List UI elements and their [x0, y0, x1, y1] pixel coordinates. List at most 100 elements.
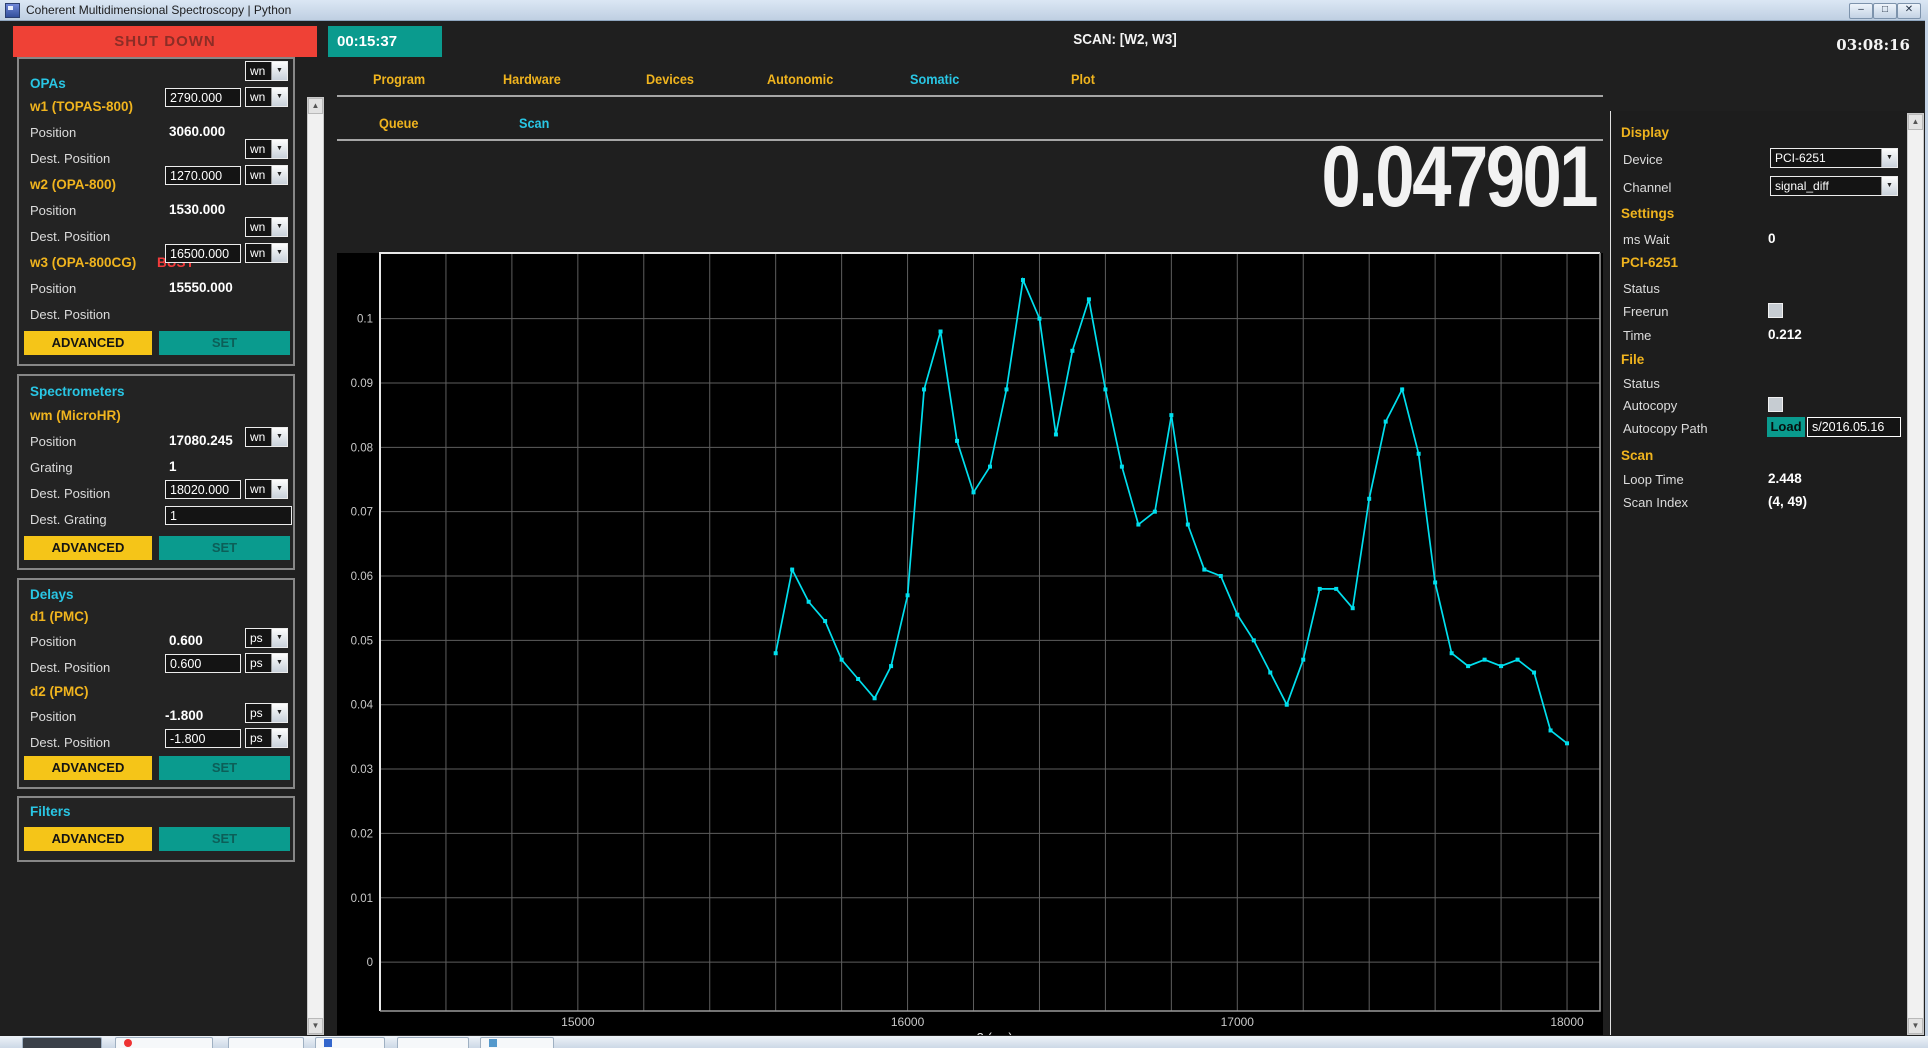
taskbar-button[interactable]: [397, 1037, 469, 1048]
wm-name: wm (MicroHR): [30, 408, 121, 423]
wm-dest-input[interactable]: [165, 480, 241, 499]
chevron-down-icon[interactable]: ▼: [271, 629, 287, 647]
taskbar-button[interactable]: [315, 1037, 385, 1048]
title-bar[interactable]: Coherent Multidimensional Spectroscopy |…: [0, 0, 1928, 21]
opas-advanced-button[interactable]: ADVANCED: [24, 331, 152, 355]
d1-dest-input[interactable]: [165, 654, 241, 673]
delays-advanced-button[interactable]: ADVANCED: [24, 756, 152, 780]
wm-dest-unit-select[interactable]: wn▼: [245, 479, 288, 499]
wm-position-unit-select[interactable]: wn▼: [245, 427, 288, 447]
chevron-down-icon[interactable]: ▼: [271, 480, 287, 498]
y-tick-label: 0.02: [351, 828, 373, 840]
delays-set-button[interactable]: SET: [159, 756, 290, 780]
w3-name: w3 (OPA-800CG): [30, 255, 136, 270]
scroll-up-icon[interactable]: ▲: [1908, 114, 1923, 130]
close-icon[interactable]: ✕: [1897, 3, 1921, 19]
d2-name: d2 (PMC): [30, 684, 89, 699]
delays-group: Delays d1 (PMC) Position 0.600 Dest. Pos…: [17, 578, 295, 789]
tab-underline: [337, 95, 1603, 97]
spectrometers-advanced-button[interactable]: ADVANCED: [24, 536, 152, 560]
data-point-marker: [1417, 452, 1421, 456]
w2-position-unit-select[interactable]: wn▼: [245, 139, 288, 159]
w2-dest-input[interactable]: [165, 166, 241, 185]
data-point-marker: [823, 619, 827, 623]
chevron-down-icon[interactable]: ▼: [271, 88, 287, 106]
data-point-marker: [1549, 728, 1553, 732]
data-point-marker: [790, 568, 794, 572]
w1-dest-unit-select[interactable]: wn▼: [245, 87, 288, 107]
w1-dest-input[interactable]: [165, 88, 241, 107]
device-select[interactable]: PCI-6251▼: [1770, 148, 1898, 168]
w2-dest-unit-select[interactable]: wn▼: [245, 165, 288, 185]
taskbar-button[interactable]: [480, 1037, 554, 1048]
tab-somatic[interactable]: Somatic: [910, 72, 959, 87]
minimize-icon[interactable]: –: [1849, 3, 1873, 19]
channel-select[interactable]: signal_diff▼: [1770, 176, 1898, 196]
w3-position-unit-select[interactable]: wn▼: [245, 217, 288, 237]
chevron-down-icon[interactable]: ▼: [271, 62, 287, 80]
chevron-down-icon[interactable]: ▼: [271, 654, 287, 672]
chevron-down-icon[interactable]: ▼: [1881, 177, 1897, 195]
maximize-icon[interactable]: □: [1873, 3, 1897, 19]
chevron-down-icon[interactable]: ▼: [271, 166, 287, 184]
opas-set-button[interactable]: SET: [159, 331, 290, 355]
d1-dest-unit-select[interactable]: ps▼: [245, 653, 288, 673]
ms-wait-label: ms Wait: [1623, 232, 1669, 247]
d2-dest-input[interactable]: [165, 729, 241, 748]
tab-queue[interactable]: Queue: [379, 116, 418, 131]
tab-program[interactable]: Program: [373, 72, 425, 87]
chevron-down-icon[interactable]: ▼: [271, 218, 287, 236]
w3-dest-input[interactable]: [165, 244, 241, 263]
tab-autonomic[interactable]: Autonomic: [767, 72, 833, 87]
data-point-marker: [1532, 671, 1536, 675]
chevron-down-icon[interactable]: ▼: [1881, 149, 1897, 167]
right-panel-scrollbar[interactable]: ▲ ▼: [1907, 113, 1924, 1035]
scroll-down-icon[interactable]: ▼: [308, 1018, 323, 1034]
data-point-marker: [1136, 523, 1140, 527]
taskbar-button[interactable]: [115, 1037, 213, 1048]
tab-hardware[interactable]: Hardware: [503, 72, 561, 87]
wm-dest-grating-input[interactable]: [165, 506, 292, 525]
w3-dest-unit-select[interactable]: wn▼: [245, 243, 288, 263]
freerun-checkbox[interactable]: [1768, 303, 1783, 318]
tab-plot[interactable]: Plot: [1071, 72, 1095, 87]
tab-devices[interactable]: Devices: [646, 72, 694, 87]
autocopy-path-input[interactable]: [1807, 417, 1901, 437]
unit-label: ps: [246, 654, 271, 672]
data-point-marker: [1499, 664, 1503, 668]
scroll-up-icon[interactable]: ▲: [308, 98, 323, 114]
chevron-down-icon[interactable]: ▼: [271, 140, 287, 158]
taskbar-button[interactable]: [22, 1037, 102, 1048]
d2-position-unit-select[interactable]: ps▼: [245, 703, 288, 723]
filters-set-button[interactable]: SET: [159, 827, 290, 851]
x-tick-label: 18000: [1550, 1015, 1584, 1029]
plot-svg[interactable]: 00.010.020.030.040.050.060.070.080.090.1…: [337, 208, 1603, 1035]
chevron-down-icon[interactable]: ▼: [271, 428, 287, 446]
taskbar-button[interactable]: [228, 1037, 304, 1048]
shutdown-button[interactable]: SHUT DOWN: [13, 26, 317, 57]
spectrometers-set-button[interactable]: SET: [159, 536, 290, 560]
chevron-down-icon[interactable]: ▼: [271, 729, 287, 747]
autocopy-checkbox[interactable]: [1768, 397, 1783, 412]
w1-position-unit-select[interactable]: wn▼: [245, 61, 288, 81]
d2-dest-label: Dest. Position: [30, 735, 110, 750]
data-point-marker: [856, 677, 860, 681]
d1-position-unit-select[interactable]: ps▼: [245, 628, 288, 648]
data-point-marker: [1037, 317, 1041, 321]
scroll-down-icon[interactable]: ▼: [1908, 1018, 1923, 1034]
display-header: Display: [1621, 125, 1669, 140]
d2-dest-unit-select[interactable]: ps▼: [245, 728, 288, 748]
data-point-marker: [1103, 387, 1107, 391]
y-tick-label: 0.04: [351, 700, 374, 712]
device-label: Device: [1623, 152, 1663, 167]
app-icon: [489, 1039, 497, 1047]
scan-index-label: Scan Index: [1623, 495, 1688, 510]
left-panel-scrollbar[interactable]: ▲ ▼: [307, 97, 324, 1035]
data-point-marker: [1450, 651, 1454, 655]
chevron-down-icon[interactable]: ▼: [271, 704, 287, 722]
tab-scan[interactable]: Scan: [519, 116, 549, 131]
filters-advanced-button[interactable]: ADVANCED: [24, 827, 152, 851]
load-button[interactable]: Load: [1767, 417, 1805, 437]
chevron-down-icon[interactable]: ▼: [271, 244, 287, 262]
y-tick-label: 0.01: [351, 893, 373, 905]
